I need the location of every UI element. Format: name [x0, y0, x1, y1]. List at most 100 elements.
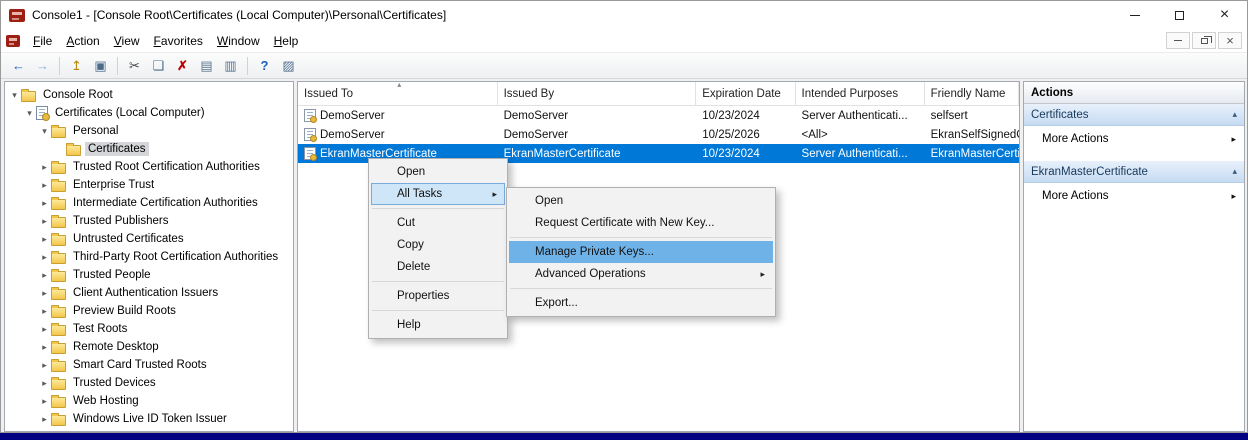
- tree-item-web-hosting[interactable]: ▸Web Hosting: [5, 392, 293, 410]
- back-button[interactable]: ←: [7, 55, 30, 77]
- minimize-button[interactable]: [1112, 1, 1157, 29]
- child-close-button[interactable]: [1218, 32, 1242, 49]
- menu-separator: [510, 237, 772, 238]
- certificate-row-demoserver[interactable]: DemoServerDemoServer10/25/2026<All>Ekran…: [298, 125, 1019, 144]
- child-restore-button[interactable]: [1192, 32, 1216, 49]
- menu-item-export[interactable]: Export...: [509, 292, 773, 314]
- show-action-pane-button[interactable]: ▨: [277, 55, 300, 77]
- menu-item-label: Open: [397, 166, 425, 178]
- action-item-more-actions[interactable]: More Actions▸: [1024, 126, 1244, 152]
- show-console-tree-button[interactable]: ▣: [89, 55, 112, 77]
- menu-item-open[interactable]: Open: [509, 190, 773, 212]
- column-header-friendly-name[interactable]: Friendly Name: [925, 82, 1019, 105]
- tree-item-test-roots[interactable]: ▸Test Roots: [5, 320, 293, 338]
- child-minimize-icon: [1174, 40, 1182, 41]
- menu-view[interactable]: View: [107, 31, 147, 51]
- collapse-icon[interactable]: ▾: [8, 90, 21, 101]
- menu-item-cut[interactable]: Cut: [371, 212, 505, 234]
- expand-icon[interactable]: ▸: [38, 396, 51, 407]
- tree-item-intermediate-certification-authorities[interactable]: ▸Intermediate Certification Authorities: [5, 194, 293, 212]
- delete-button[interactable]: ✗: [171, 55, 194, 77]
- menu-item-request-certificate-with-new-key[interactable]: Request Certificate with New Key...: [509, 212, 773, 234]
- tree-item-label: Personal: [70, 124, 121, 138]
- child-restore-icon: [1201, 38, 1208, 44]
- expand-icon[interactable]: ▸: [38, 252, 51, 263]
- column-header-issued-to[interactable]: Issued To▴: [298, 82, 498, 105]
- expand-icon[interactable]: ▸: [38, 360, 51, 371]
- tree-item-untrusted-certificates[interactable]: ▸Untrusted Certificates: [5, 230, 293, 248]
- tree-item-trusted-people[interactable]: ▸Trusted People: [5, 266, 293, 284]
- menu-window[interactable]: Window: [210, 31, 267, 51]
- menu-separator: [372, 310, 504, 311]
- tree-item-enterprise-trust[interactable]: ▸Enterprise Trust: [5, 176, 293, 194]
- collapse-section-icon[interactable]: ▴: [1232, 109, 1237, 120]
- expand-icon[interactable]: ▸: [38, 306, 51, 317]
- tree-item-trusted-devices[interactable]: ▸Trusted Devices: [5, 374, 293, 392]
- collapse-icon[interactable]: ▾: [38, 126, 51, 137]
- folder-icon: [51, 415, 66, 426]
- menu-item-copy[interactable]: Copy: [371, 234, 505, 256]
- action-item-more-actions[interactable]: More Actions▸: [1024, 183, 1244, 209]
- expand-icon[interactable]: ▸: [38, 324, 51, 335]
- expand-icon[interactable]: ▸: [38, 198, 51, 209]
- forward-button[interactable]: →: [31, 55, 54, 77]
- menu-item-open[interactable]: Open: [371, 161, 505, 183]
- tree-item-certificates[interactable]: Certificates: [5, 140, 293, 158]
- cell-text: EkranMasterCertificate: [504, 148, 621, 160]
- column-header-issued-by[interactable]: Issued By: [498, 82, 697, 105]
- expand-icon[interactable]: ▸: [38, 234, 51, 245]
- certificate-row-demoserver[interactable]: DemoServerDemoServer10/23/2024Server Aut…: [298, 106, 1019, 125]
- menu-item-delete[interactable]: Delete: [371, 256, 505, 278]
- menu-help[interactable]: Help: [267, 31, 306, 51]
- tree-item-third-party-root-certification-authorities[interactable]: ▸Third-Party Root Certification Authorit…: [5, 248, 293, 266]
- close-icon: [1220, 6, 1229, 24]
- expand-icon[interactable]: ▸: [38, 216, 51, 227]
- tree-item-preview-build-roots[interactable]: ▸Preview Build Roots: [5, 302, 293, 320]
- export-list-button[interactable]: ▥: [219, 55, 242, 77]
- tree-item-personal[interactable]: ▾ Personal: [5, 122, 293, 140]
- menu-item-all-tasks[interactable]: All Tasks▸: [371, 183, 505, 205]
- menu-item-label: Properties: [397, 290, 449, 302]
- expand-icon[interactable]: ▸: [38, 180, 51, 191]
- expand-icon[interactable]: ▸: [38, 342, 51, 353]
- menu-item-advanced-operations[interactable]: Advanced Operations▸: [509, 263, 773, 285]
- folder-icon: [51, 379, 66, 390]
- collapse-icon[interactable]: ▾: [23, 108, 36, 119]
- tree-item-remote-desktop[interactable]: ▸Remote Desktop: [5, 338, 293, 356]
- menu-separator: [372, 281, 504, 282]
- expand-icon[interactable]: ▸: [38, 288, 51, 299]
- cell-text: Server Authenticati...: [802, 148, 908, 160]
- cut-button[interactable]: ✂: [123, 55, 146, 77]
- expand-icon[interactable]: ▸: [38, 414, 51, 425]
- close-button[interactable]: [1202, 1, 1247, 29]
- child-minimize-button[interactable]: [1166, 32, 1190, 49]
- child-close-icon: [1226, 32, 1234, 50]
- column-header-intended-purposes[interactable]: Intended Purposes: [796, 82, 925, 105]
- actions-pane: Actions Certificates▴More Actions▸EkranM…: [1023, 81, 1245, 432]
- menu-item-help[interactable]: Help: [371, 314, 505, 336]
- copy-button[interactable]: ❏: [147, 55, 170, 77]
- column-header-expiration-date[interactable]: Expiration Date: [696, 82, 795, 105]
- tree-item-trusted-publishers[interactable]: ▸Trusted Publishers: [5, 212, 293, 230]
- collapse-section-icon[interactable]: ▴: [1232, 166, 1237, 177]
- expand-icon[interactable]: ▸: [38, 162, 51, 173]
- properties-button[interactable]: ▤: [195, 55, 218, 77]
- help-button[interactable]: ?: [253, 55, 276, 77]
- menu-item-properties[interactable]: Properties: [371, 285, 505, 307]
- up-one-level-button[interactable]: ↥: [65, 55, 88, 77]
- actions-section-header-certificates[interactable]: Certificates▴: [1024, 104, 1244, 126]
- tree-item-trusted-root-certification-authorities[interactable]: ▸Trusted Root Certification Authorities: [5, 158, 293, 176]
- tree-item-client-authentication-issuers[interactable]: ▸Client Authentication Issuers: [5, 284, 293, 302]
- tree-item-certificates-local-computer[interactable]: ▾Certificates (Local Computer): [5, 104, 293, 122]
- tree-item-console-root[interactable]: ▾Console Root: [5, 86, 293, 104]
- tree-item-smart-card-trusted-roots[interactable]: ▸Smart Card Trusted Roots: [5, 356, 293, 374]
- menu-action[interactable]: Action: [59, 31, 106, 51]
- actions-section-header-ekranmastercertificate[interactable]: EkranMasterCertificate▴: [1024, 161, 1244, 183]
- menu-file[interactable]: File: [26, 31, 59, 51]
- menu-item-manage-private-keys[interactable]: Manage Private Keys...: [509, 241, 773, 263]
- expand-icon[interactable]: ▸: [38, 378, 51, 389]
- menu-favorites[interactable]: Favorites: [147, 31, 210, 51]
- expand-icon[interactable]: ▸: [38, 270, 51, 281]
- tree-item-windows-live-id-token-issuer[interactable]: ▸Windows Live ID Token Issuer: [5, 410, 293, 428]
- maximize-button[interactable]: [1157, 1, 1202, 29]
